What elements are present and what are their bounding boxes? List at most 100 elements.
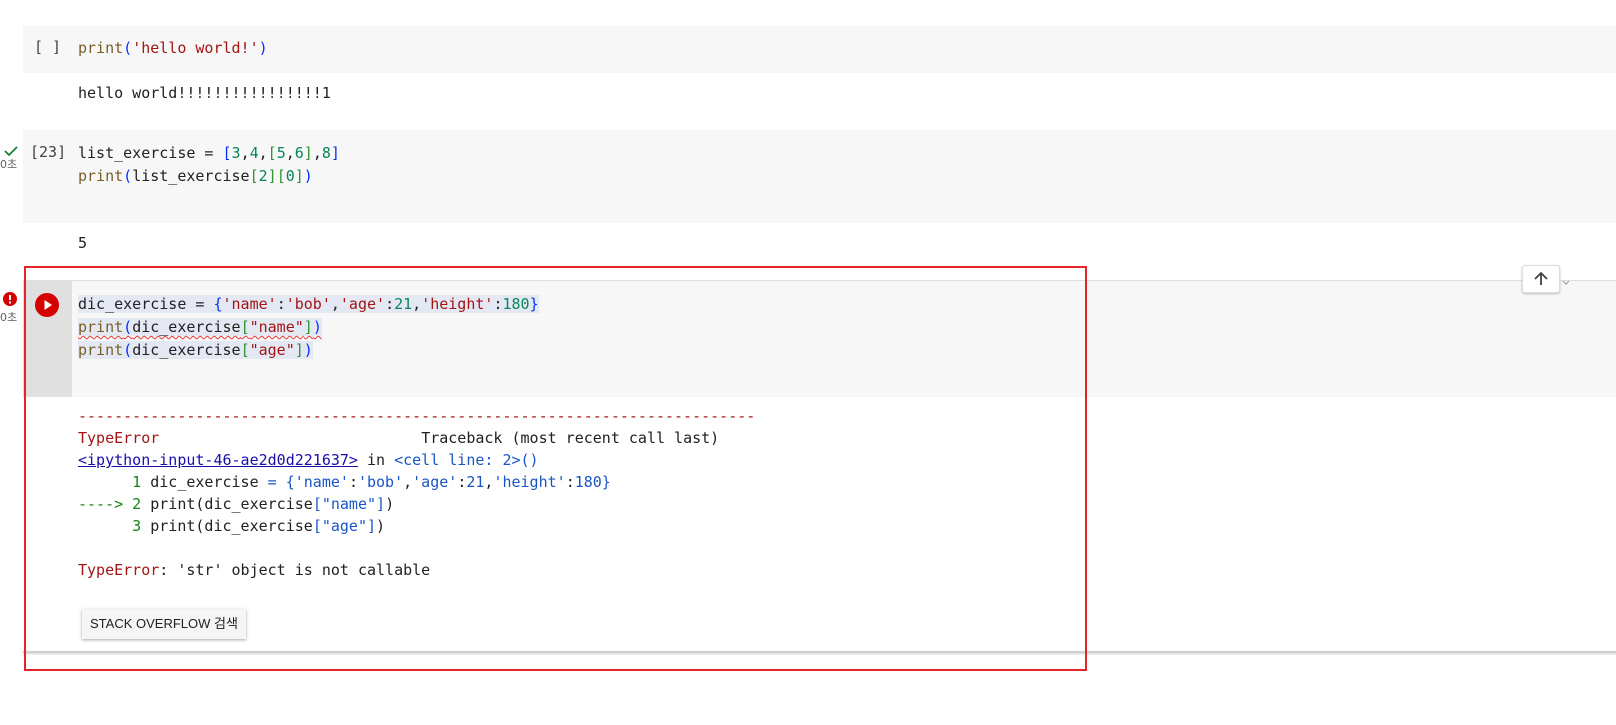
code-token: , [258,144,268,162]
code-line: print('hello world!') [78,37,268,60]
code-token: 180} [574,473,611,491]
code-token: [ [249,167,259,185]
code-token: , [412,295,422,313]
code-token: ) [385,495,395,513]
cell-2-prompt: [23] [30,143,67,161]
traceback-header: TypeError Traceback (most recent call la… [78,427,755,449]
code-token: list_exercise [132,167,250,185]
traceback-dashes: ----------------------------------------… [78,407,756,425]
move-cell-up-button[interactable] [1522,265,1560,293]
stack-overflow-search-button[interactable]: STACK OVERFLOW 검색 [82,609,246,639]
cell-1-prompt: [ ] [34,38,62,56]
error-name: TypeError [78,429,160,447]
chevron-down-icon[interactable] [1562,273,1570,291]
code-token: ["name"] [312,495,386,513]
code-token: print [78,318,124,336]
cell-3-code[interactable]: dic_exercise = {'name':'bob','age':21,'h… [78,293,539,362]
code-token: 5 [276,144,286,162]
cell-2-exec-time: 0초 [0,158,18,171]
code-token: 21 [466,473,485,491]
code-token: ( [123,341,133,359]
code-token: 8 [321,144,331,162]
code-token: = { [267,473,295,491]
code-line: print(dic_exercise["age"]) [78,339,539,362]
code-token: print [78,167,124,185]
cell-1-code[interactable]: print('hello world!') [78,37,268,60]
code-token: : [385,295,395,313]
code-token: [ [240,318,250,336]
traceback-lines: 1 dic_exercise = {'name':'bob','age':21,… [78,471,755,537]
code-token: 'name' [222,295,277,313]
code-token: ) [258,39,268,57]
code-token: ] [294,167,304,185]
code-line-content: print(dic_exercise["age"]) [78,341,313,359]
cell-1-output: hello world!!!!!!!!!!!!!!!!1 [78,84,331,102]
code-line: list_exercise = [3,4,[5,6],8] [78,142,340,165]
code-token: print [78,341,124,359]
code-token: [ [267,144,277,162]
code-line: print(list_exercise[2][0]) [78,165,340,188]
line-marker: ----> 2 [78,495,151,513]
code-token: 'bob' [285,295,331,313]
traceback-blank [78,537,755,559]
code-token: 'height' [493,473,566,491]
code-line-content: print('hello world!') [78,39,268,57]
cell-3-bottom-divider [23,651,1616,653]
code-token: dic_exercise = [78,295,214,313]
code-token: 'age' [339,295,386,313]
code-token: ] [294,341,304,359]
cell-2-code[interactable]: list_exercise = [3,4,[5,6],8] print(list_… [78,142,340,188]
cell-3-exec-time: 0초 [0,311,18,324]
code-token: dic_exercise [132,341,241,359]
code-line: dic_exercise = {'name':'bob','age':21,'h… [78,293,539,316]
final-error-message: : 'str' object is not callable [159,561,431,579]
code-token: [ [276,167,286,185]
play-icon[interactable] [35,293,59,321]
code-token: ] [303,318,313,336]
final-error-name: TypeError [78,561,160,579]
code-token: [ [240,341,250,359]
code-token: 'age' [412,473,458,491]
code-token: ) [376,517,386,535]
cell-line-text: <cell line: 2>() [394,451,539,469]
code-token: 4 [249,144,259,162]
code-line-content: dic_exercise = {'name':'bob','age':21,'h… [78,295,539,313]
ipython-input-link[interactable]: <ipython-input-46-ae2d0d221637> [78,451,358,469]
code-token: ) [303,341,313,359]
code-token: 180 [502,295,530,313]
code-line-content: print(list_exercise[2][0]) [78,167,313,185]
error-icon [3,292,17,310]
line-marker: 3 [78,517,151,535]
code-token: 2 [258,167,268,185]
code-token: , [312,144,322,162]
code-token: dic_exercise [132,318,241,336]
code-token: , [285,144,295,162]
code-token: { [213,295,223,313]
traceback-code-line: 3 print(dic_exercise["age"]) [78,515,755,537]
code-token: print(dic_exercise [150,517,313,535]
code-token: , [403,473,413,491]
traceback-code-line: 1 dic_exercise = {'name':'bob','age':21,… [78,471,755,493]
cell-3-output: ----------------------------------------… [78,405,755,581]
code-token: ] [267,167,277,185]
in-text: in [357,451,395,469]
traceback-title: Traceback (most recent call last) [421,429,720,447]
code-token: 'name' [294,473,349,491]
code-token: : [276,295,286,313]
code-token: [ [222,144,232,162]
code-token: print [78,39,124,57]
code-token: 'hello world!' [132,39,259,57]
code-token: 0 [285,167,295,185]
code-token: ["age"] [312,517,377,535]
traceback-location: <ipython-input-46-ae2d0d221637> in <cell… [78,449,755,471]
code-token: : [457,473,467,491]
code-token: list_exercise = [78,144,223,162]
code-token: : [565,473,575,491]
code-token: 3 [231,144,241,162]
code-token: ( [123,318,133,336]
code-token: } [529,295,539,313]
code-token: dic_exercise [150,473,268,491]
code-token: 'height' [421,295,494,313]
code-token: "age" [249,341,295,359]
cell-2-output: 5 [78,234,88,252]
